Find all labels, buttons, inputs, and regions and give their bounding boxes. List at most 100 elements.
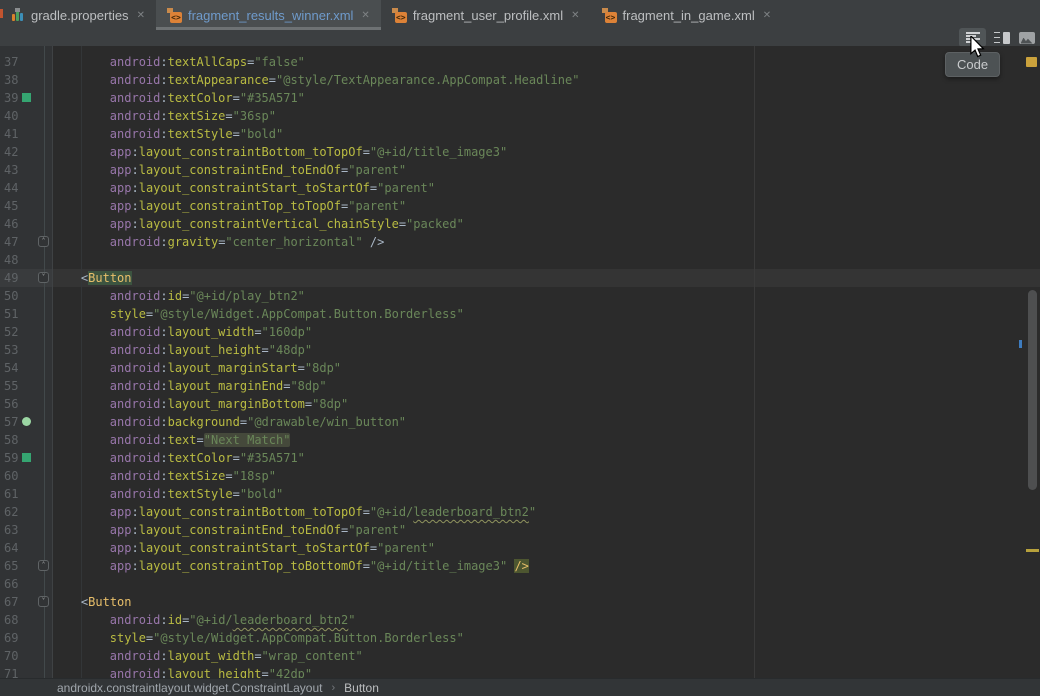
- code-line[interactable]: 38 android:textAppearance="@style/TextAp…: [0, 71, 1040, 89]
- line-number: 55: [0, 377, 20, 395]
- gutter-icon-slot: [20, 269, 36, 287]
- tab-label: fragment_in_game.xml: [623, 8, 755, 23]
- gutter-icon-slot: [20, 485, 36, 503]
- gutter-icon-slot: [20, 539, 36, 557]
- vertical-scrollbar-thumb[interactable]: [1028, 290, 1037, 490]
- code-line[interactable]: 42 app:layout_constraintBottom_toTopOf="…: [0, 143, 1040, 161]
- fold-start-icon[interactable]: ˅: [38, 272, 49, 283]
- color-swatch-icon[interactable]: [22, 93, 31, 102]
- code-text: style="@style/Widget.AppCompat.Button.Bo…: [52, 629, 1040, 647]
- line-number: 69: [0, 629, 20, 647]
- code-line[interactable]: 70 android:layout_width="wrap_content": [0, 647, 1040, 665]
- code-line[interactable]: 56 android:layout_marginBottom="8dp": [0, 395, 1040, 413]
- fold-end-icon[interactable]: ˄: [38, 560, 49, 571]
- line-number: 53: [0, 341, 20, 359]
- drawable-preview-icon[interactable]: [22, 417, 31, 426]
- code-text: android:layout_height="48dp": [52, 341, 1040, 359]
- code-text: android:layout_marginStart="8dp": [52, 359, 1040, 377]
- gutter-icon-slot: [20, 359, 36, 377]
- code-line[interactable]: 53 android:layout_height="48dp": [0, 341, 1040, 359]
- editor-tab[interactable]: <>fragment_in_game.xml✕: [591, 0, 783, 30]
- code-line[interactable]: 61 android:textStyle="bold": [0, 485, 1040, 503]
- code-line[interactable]: 57 android:background="@drawable/win_but…: [0, 413, 1040, 431]
- gutter-icon-slot: [20, 251, 36, 269]
- editor-tab[interactable]: gradle.properties✕: [0, 0, 156, 30]
- tab-close-icon[interactable]: ✕: [137, 10, 145, 21]
- editor-tab[interactable]: <>fragment_user_profile.xml✕: [381, 0, 591, 30]
- code-line[interactable]: 50 android:id="@+id/play_btn2": [0, 287, 1040, 305]
- code-text: android:textAllCaps="false": [52, 53, 1040, 71]
- error-stripe-changed-mark[interactable]: [1019, 340, 1022, 348]
- code-line[interactable]: 52 android:layout_width="160dp": [0, 323, 1040, 341]
- gutter-icon-slot: [20, 665, 36, 678]
- fold-column: ˅: [36, 593, 52, 611]
- breadcrumb-item[interactable]: Button: [344, 681, 379, 695]
- fold-column: [36, 485, 52, 503]
- editor-tab[interactable]: <>fragment_results_winner.xml✕: [156, 0, 381, 30]
- code-line[interactable]: 45 app:layout_constraintTop_toTopOf="par…: [0, 197, 1040, 215]
- line-number: 38: [0, 71, 20, 89]
- tab-close-icon[interactable]: ✕: [763, 10, 771, 21]
- line-number: 44: [0, 179, 20, 197]
- line-number: 65: [0, 557, 20, 575]
- line-number: 41: [0, 125, 20, 143]
- code-line[interactable]: 63 app:layout_constraintEnd_toEndOf="par…: [0, 521, 1040, 539]
- split-view-button[interactable]: [990, 28, 1013, 47]
- code-line[interactable]: 37 android:textAllCaps="false": [0, 53, 1040, 71]
- fold-column: [36, 161, 52, 179]
- color-swatch-icon[interactable]: [22, 453, 31, 462]
- line-number: 59: [0, 449, 20, 467]
- error-stripe-warning-mark[interactable]: [1026, 549, 1039, 552]
- code-line[interactable]: 69 style="@style/Widget.AppCompat.Button…: [0, 629, 1040, 647]
- code-editor[interactable]: 37 android:textAllCaps="false"38 android…: [0, 46, 1040, 678]
- code-line[interactable]: 47˄ android:gravity="center_horizontal" …: [0, 233, 1040, 251]
- design-view-button[interactable]: [1015, 28, 1038, 47]
- line-number: 52: [0, 323, 20, 341]
- code-line[interactable]: 40 android:textSize="36sp": [0, 107, 1040, 125]
- line-number: 46: [0, 215, 20, 233]
- code-text: android:layout_marginBottom="8dp": [52, 395, 1040, 413]
- code-line[interactable]: 71 android:layout_height="42dp": [0, 665, 1040, 678]
- code-line[interactable]: 39 android:textColor="#35A571": [0, 89, 1040, 107]
- code-text: app:layout_constraintEnd_toEndOf="parent…: [52, 161, 1040, 179]
- fold-start-icon[interactable]: ˅: [38, 596, 49, 607]
- code-line[interactable]: 65˄ app:layout_constraintTop_toBottomOf=…: [0, 557, 1040, 575]
- code-line[interactable]: 44 app:layout_constraintStart_toStartOf=…: [0, 179, 1040, 197]
- code-line[interactable]: 66: [0, 575, 1040, 593]
- tab-label: fragment_user_profile.xml: [413, 8, 563, 23]
- code-text: android:layout_width="wrap_content": [52, 647, 1040, 665]
- code-text: android:textStyle="bold": [52, 125, 1040, 143]
- fold-column: [36, 341, 52, 359]
- code-line[interactable]: 41 android:textStyle="bold": [0, 125, 1040, 143]
- code-text: app:layout_constraintStart_toStartOf="pa…: [52, 179, 1040, 197]
- code-text: [52, 251, 1040, 269]
- tab-close-icon[interactable]: ✕: [361, 10, 369, 21]
- code-line[interactable]: 49˅ <Button: [0, 269, 1040, 287]
- breadcrumb-item[interactable]: androidx.constraintlayout.widget.Constra…: [57, 681, 323, 695]
- code-line[interactable]: 43 app:layout_constraintEnd_toEndOf="par…: [0, 161, 1040, 179]
- code-line[interactable]: 60 android:textSize="18sp": [0, 467, 1040, 485]
- code-line[interactable]: 51 style="@style/Widget.AppCompat.Button…: [0, 305, 1040, 323]
- tab-close-icon[interactable]: ✕: [571, 10, 579, 21]
- code-line[interactable]: 64 app:layout_constraintStart_toStartOf=…: [0, 539, 1040, 557]
- code-line[interactable]: 68 android:id="@+id/leaderboard_btn2": [0, 611, 1040, 629]
- code-line[interactable]: 59 android:textColor="#35A571": [0, 449, 1040, 467]
- fold-end-icon[interactable]: ˄: [38, 236, 49, 247]
- code-line[interactable]: 55 android:layout_marginEnd="8dp": [0, 377, 1040, 395]
- code-line[interactable]: 58 android:text="Next Match": [0, 431, 1040, 449]
- code-line[interactable]: 67˅ <Button: [0, 593, 1040, 611]
- code-line[interactable]: 46 app:layout_constraintVertical_chainSt…: [0, 215, 1040, 233]
- fold-column: [36, 503, 52, 521]
- fold-column: [36, 215, 52, 233]
- line-number: 51: [0, 305, 20, 323]
- line-number: 62: [0, 503, 20, 521]
- code-line[interactable]: 62 app:layout_constraintBottom_toTopOf="…: [0, 503, 1040, 521]
- fold-column: [36, 665, 52, 678]
- code-text: app:layout_constraintTop_toTopOf="parent…: [52, 197, 1040, 215]
- code-line[interactable]: 48: [0, 251, 1040, 269]
- code-text: app:layout_constraintVertical_chainStyle…: [52, 215, 1040, 233]
- code-line[interactable]: 54 android:layout_marginStart="8dp": [0, 359, 1040, 377]
- inspections-marker[interactable]: [1026, 57, 1037, 67]
- gutter-icon-slot: [20, 161, 36, 179]
- line-number: 43: [0, 161, 20, 179]
